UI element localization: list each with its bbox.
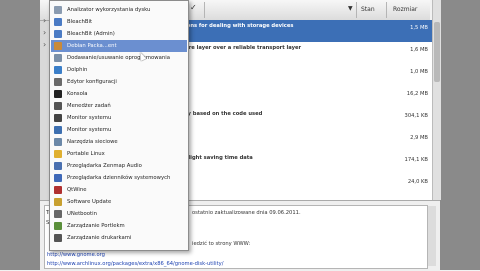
menu-item-printer-management[interactable]: Zarządzanie drukarkami: [51, 232, 187, 244]
log-viewer-icon: [54, 174, 62, 182]
menu-item-portable-linux[interactable]: Portable Linux: [51, 148, 187, 160]
package-row[interactable]: 2,9 MB: [180, 130, 432, 152]
header-separator: [204, 2, 205, 18]
menu-item-partition-manager[interactable]: Zarządzanie Portlekm: [51, 220, 187, 232]
package-row[interactable]: ry based on the code used 304,1 KB: [180, 108, 432, 130]
package-row[interactable]: ions for dealing with storage devices 1,…: [180, 20, 432, 42]
desktop-background-left: [0, 0, 40, 270]
bleachbit-icon: [54, 18, 62, 26]
system-monitor-icon: [54, 114, 62, 122]
system-monitor-icon: [54, 126, 62, 134]
partition-manager-icon: [54, 222, 62, 230]
details-last-updated: ostatnio zaktualizowane dnia 09.06.2011.: [192, 210, 301, 216]
package-row[interactable]: 24,0 KB: [180, 174, 432, 196]
package-row[interactable]: ylight saving time data 174,1 KB: [180, 152, 432, 174]
package-list-scrollbar[interactable]: [432, 0, 441, 200]
wine-icon: [54, 186, 62, 194]
menu-item-system-monitor[interactable]: Monitor systemu: [51, 112, 187, 124]
menu-item-network-tools[interactable]: Narzędzia sieciowe: [51, 136, 187, 148]
package-description: ure layer over a reliable transport laye…: [185, 45, 302, 51]
disk-usage-icon: [54, 6, 62, 14]
package-size: 1,6 MB: [410, 47, 428, 53]
printer-icon: [54, 234, 62, 242]
menu-item-console[interactable]: Konsola: [51, 88, 187, 100]
header-separator: [386, 2, 387, 18]
terminal-icon: [54, 90, 62, 98]
details-scrollbar[interactable]: [428, 206, 436, 266]
chevron-right-icon: ›: [43, 28, 47, 37]
column-header-status[interactable]: Stan: [361, 6, 375, 13]
header-separator: [356, 2, 357, 18]
menu-item-disk-usage-analyzer[interactable]: Analizator wykorzystania dysku: [51, 4, 187, 16]
menu-item-dolphin[interactable]: Dolphin: [51, 64, 187, 76]
menu-item-bleachbit[interactable]: BleachBit: [51, 16, 187, 28]
menu-item-software-update[interactable]: Software Update: [51, 196, 187, 208]
package-row[interactable]: 16,2 MB: [180, 86, 432, 108]
package-size: 304,1 KB: [404, 113, 428, 119]
software-update-icon: [54, 198, 62, 206]
chevron-right-icon: ›: [43, 16, 47, 25]
package-size: 24,0 KB: [407, 179, 428, 185]
task-manager-icon: [54, 102, 62, 110]
menu-item-add-remove-software[interactable]: Dodawanie/usuwanie oprogramowania: [51, 52, 187, 64]
package-size: 1,0 MB: [410, 69, 428, 75]
bleachbit-admin-icon: [54, 30, 62, 38]
chevron-right-icon: ›: [43, 40, 47, 49]
package-icon: [54, 42, 62, 50]
applications-menu: Analizator wykorzystania dysku BleachBit…: [49, 0, 189, 251]
portable-linux-icon: [54, 150, 62, 158]
config-editor-icon: [54, 78, 62, 86]
scrollbar-thumb[interactable]: [434, 22, 440, 82]
dolphin-icon: [54, 66, 62, 74]
menu-item-debian-package-management[interactable]: Debian Packa...ent: [51, 40, 187, 52]
package-row[interactable]: 1,0 MB: [180, 64, 432, 86]
desktop-background-right: [440, 0, 480, 270]
menu-item-zenmap[interactable]: Przeglądarka Zenmap Audio: [51, 160, 187, 172]
package-description: ry based on the code used: [185, 111, 263, 117]
package-row[interactable]: ure layer over a reliable transport laye…: [180, 42, 432, 64]
zenmap-icon: [54, 162, 62, 170]
header-check-icon[interactable]: ✓: [190, 3, 197, 12]
menu-item-log-viewer[interactable]: Przeglądarka dzienników systemowych: [51, 172, 187, 184]
network-tools-icon: [54, 138, 62, 146]
package-page-link[interactable]: http://www.archlinux.org/packages/extra/…: [47, 261, 223, 267]
menu-item-task-manager[interactable]: Menedżer zadań: [51, 100, 187, 112]
menu-item-config-editor[interactable]: Edytor konfiguracji: [51, 76, 187, 88]
software-icon: [54, 54, 62, 62]
menu-item-qtwine[interactable]: QtWine: [51, 184, 187, 196]
menu-item-bleachbit-admin[interactable]: BleachBit (Admin): [51, 28, 187, 40]
column-header-size[interactable]: Rozmiar: [393, 6, 417, 13]
menu-item-system-monitor-2[interactable]: Monitor systemu: [51, 124, 187, 136]
package-size: 16,2 MB: [406, 91, 428, 97]
unetbootin-icon: [54, 210, 62, 218]
package-size: 1,5 MB: [410, 25, 428, 31]
package-list: ions for dealing with storage devices 1,…: [180, 20, 432, 200]
package-description: ions for dealing with storage devices: [185, 23, 294, 29]
package-description: ylight saving time data: [185, 155, 253, 161]
menu-item-unetbootin[interactable]: UNetbootin: [51, 208, 187, 220]
details-homepage-note: iedzić to strony WWW:: [192, 241, 251, 247]
package-size: 2,9 MB: [410, 135, 428, 141]
homepage-link[interactable]: http://www.gnome.org: [47, 252, 105, 258]
sort-arrow-icon[interactable]: ▼: [348, 5, 353, 12]
package-size: 174,1 KB: [404, 157, 428, 163]
